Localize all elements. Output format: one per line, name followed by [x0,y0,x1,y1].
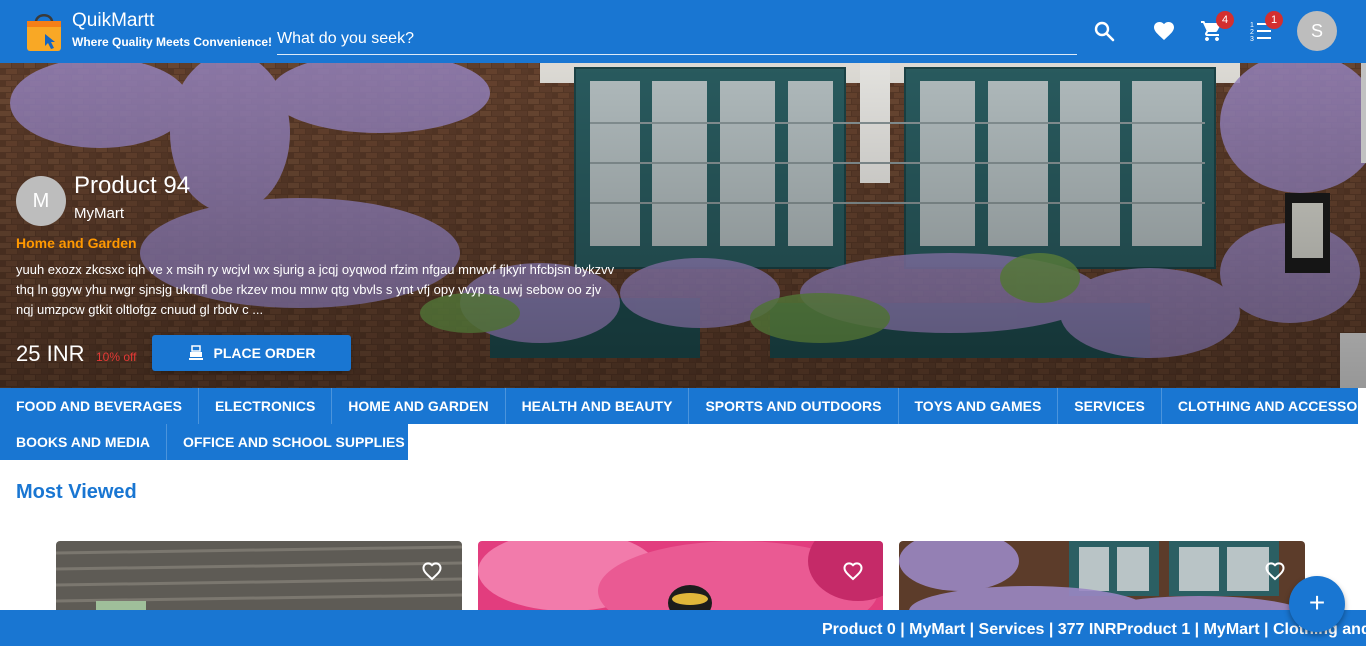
seller-name: MyMart [74,205,124,222]
product-category: Home and Garden [16,235,137,251]
brand-name: QuikMartt [72,10,155,31]
page-scrollbar[interactable] [1361,63,1366,163]
orders-button[interactable]: 1 2 3 1 [1249,11,1283,43]
place-order-button[interactable]: PLACE ORDER [152,335,351,371]
user-avatar[interactable]: S [1297,11,1337,51]
product-image [899,541,1305,621]
search-icon[interactable] [1092,19,1116,43]
category-tab-electronics[interactable]: ELECTRONICS [199,388,333,424]
product-price: 25 INR [16,341,85,366]
heart-icon[interactable] [1152,19,1176,43]
register-icon [188,345,203,360]
product-description: yuuh exozx zkcsxc iqh ve x msih ry wcjvl… [16,262,615,317]
category-tab-books-and-media[interactable]: BOOKS AND MEDIA [0,424,168,460]
category-tab-clothing-and-accessories[interactable]: CLOTHING AND ACCESSORIES [1162,388,1366,424]
svg-text:3: 3 [1250,36,1254,43]
cart-count-badge: 4 [1216,11,1234,29]
category-tabs: FOOD AND BEVERAGES ELECTRONICS HOME AND … [0,388,1366,460]
product-image [478,541,883,621]
seller-avatar: M [16,176,66,226]
product-image [56,541,462,621]
ticker-text[interactable]: Product 0 | MyMart | Services | 377 INRP… [822,621,1366,639]
favorite-heart-icon[interactable] [1263,559,1287,583]
category-row: BOOKS AND MEDIA OFFICE AND SCHOOL SUPPLI… [0,424,422,460]
section-title-most-viewed: Most Viewed [16,481,137,503]
favorite-heart-icon[interactable] [841,559,865,583]
plus-icon: + [1308,587,1326,618]
product-title: Product 94 [74,172,191,199]
orders-count-badge: 1 [1265,11,1283,29]
svg-text:1: 1 [1250,22,1254,29]
product-card[interactable] [899,541,1305,621]
place-order-label: PLACE ORDER [213,345,316,361]
category-tab-food-and-beverages[interactable]: FOOD AND BEVERAGES [0,388,199,424]
svg-text:2: 2 [1250,29,1254,36]
category-row: FOOD AND BEVERAGES ELECTRONICS HOME AND … [0,388,1366,424]
category-tab-health-and-beauty[interactable]: HEALTH AND BEAUTY [506,388,690,424]
add-fab-button[interactable]: + [1289,576,1345,632]
shopping-bag-logo-icon[interactable] [25,10,63,52]
favorite-heart-icon[interactable] [420,559,444,583]
category-tab-office-and-school-supplies[interactable]: OFFICE AND SCHOOL SUPPLIES [167,424,422,460]
category-tab-toys-and-games[interactable]: TOYS AND GAMES [899,388,1059,424]
discount-label: 10% off [96,350,137,364]
cart-button[interactable]: 4 [1200,11,1234,43]
featured-product-banner[interactable]: M Product 94 MyMart Home and Garden yuuh… [0,63,1366,388]
brand-tagline: Where Quality Meets Convenience! [72,35,273,49]
product-card[interactable] [478,541,883,621]
product-ticker: Product 0 | MyMart | Services | 377 INRP… [0,610,1366,646]
app-header: QuikMartt Where Quality Meets Convenienc… [0,0,1366,63]
product-card[interactable] [56,541,462,621]
brand[interactable]: QuikMartt Where Quality Meets Convenienc… [72,10,272,49]
category-tab-home-and-garden[interactable]: HOME AND GARDEN [332,388,506,424]
category-tab-services[interactable]: SERVICES [1058,388,1162,424]
category-tab-sports-and-outdoors[interactable]: SPORTS AND OUTDOORS [689,388,899,424]
search-input[interactable] [277,22,1077,55]
